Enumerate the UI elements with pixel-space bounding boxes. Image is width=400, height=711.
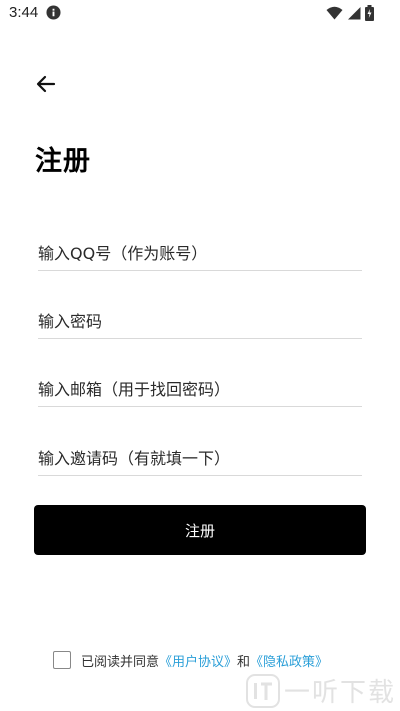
user-agreement-link[interactable]: 《用户协议》 (159, 651, 237, 670)
password-input[interactable] (38, 306, 362, 339)
page-title: 注册 (35, 146, 91, 177)
invite-code-input[interactable] (38, 443, 362, 476)
info-icon (46, 5, 61, 20)
watermark: 一听下载 (245, 672, 396, 709)
agreement-row: 已阅读并同意 《用户协议》 和 《隐私政策》 (53, 650, 328, 670)
agree-checkbox[interactable] (53, 651, 71, 669)
status-bar: 3:44 (0, 0, 400, 28)
back-button[interactable] (34, 72, 58, 96)
status-time: 3:44 (9, 4, 39, 21)
privacy-policy-link[interactable]: 《隐私政策》 (250, 651, 328, 670)
watermark-text: 一听下载 (283, 678, 396, 708)
qq-number-input[interactable] (38, 238, 362, 271)
arrow-left-icon (36, 75, 56, 93)
agreement-prefix: 已阅读并同意 (81, 654, 160, 670)
agreement-conjunction: 和 (237, 654, 251, 670)
watermark-logo-icon (245, 673, 280, 708)
email-input[interactable] (38, 374, 362, 407)
wifi-icon (326, 6, 343, 20)
register-button[interactable]: 注册 (34, 505, 366, 555)
battery-icon (365, 5, 374, 21)
status-icons (326, 5, 374, 21)
signal-icon (348, 7, 361, 20)
